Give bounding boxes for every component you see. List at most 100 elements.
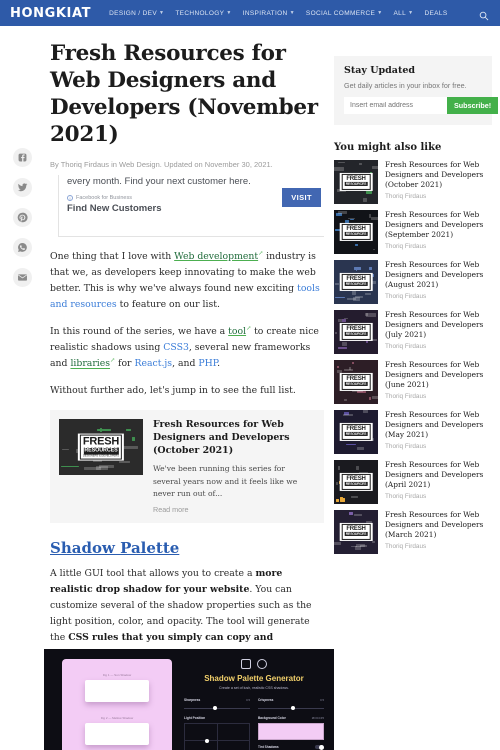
related-post-title[interactable]: Fresh Resources for Web Designers and De… — [385, 160, 492, 190]
ad-sponsor-row: i Facebook for Business — [67, 195, 319, 202]
related-post-title[interactable]: Fresh Resources for Web Designers and De… — [385, 310, 492, 340]
slider-knob[interactable] — [213, 706, 218, 710]
info-icon[interactable]: i — [67, 195, 73, 202]
chevron-down-icon: ▼ — [377, 10, 383, 16]
related-post-item[interactable]: FRESH RESOURCES DESIGNERS & DEVELOPERS Fres… — [334, 360, 492, 404]
thumb-bar — [359, 162, 363, 166]
related-post-title[interactable]: Fresh Resources for Web Designers and De… — [385, 510, 492, 540]
site-logo[interactable]: HONGKIAT — [10, 6, 91, 21]
facebook-share-icon[interactable] — [12, 148, 32, 167]
external-link[interactable]: libraries — [70, 359, 110, 370]
nav-item-deals[interactable]: DEALS — [424, 10, 447, 17]
thumb-badge: FRESH RESOURCES DESIGNERS & DEVELOPERS — [339, 422, 373, 442]
related-post-title[interactable]: Fresh Resources for Web Designers and De… — [385, 260, 492, 290]
related-post-item[interactable]: FRESH RESOURCES DESIGNERS & DEVELOPERS Fres… — [334, 210, 492, 254]
whatsapp-share-icon[interactable] — [12, 238, 32, 257]
related-post-thumbnail: FRESH RESOURCES DESIGNERS & DEVELOPERS — [334, 310, 378, 354]
site-navbar: HONGKIAT DESIGN / DEV ▼ TECHNOLOGY ▼ INSPIRA… — [0, 0, 500, 26]
thumb-bar — [356, 447, 365, 451]
inline-related-card[interactable]: FRESH RESOURCES DESIGNERS & DEVELOPERS F… — [50, 410, 324, 523]
external-link-icon: ↗ — [258, 250, 264, 258]
nav-item-social-commerce[interactable]: SOCIAL COMMERCE ▼ — [306, 10, 383, 17]
related-post-title[interactable]: Fresh Resources for Web Designers and De… — [385, 360, 492, 390]
related-post-item[interactable]: FRESH RESOURCES DESIGNERS & DEVELOPERS Fres… — [334, 410, 492, 454]
related-post-item[interactable]: FRESH RESOURCES DESIGNERS & DEVELOPERS Fres… — [334, 260, 492, 304]
section-heading-shadow-palette[interactable]: Shadow Palette — [50, 539, 324, 557]
square-shape-icon[interactable] — [241, 659, 251, 669]
thumb-bar — [338, 346, 348, 349]
search-icon[interactable] — [479, 8, 489, 26]
ad-visit-button[interactable]: VISIT — [282, 188, 321, 208]
related-post-author: Thoriq Firdaus — [385, 543, 427, 551]
sp-sharpness-slider[interactable] — [184, 706, 250, 710]
email-field[interactable] — [344, 97, 447, 114]
pinterest-share-icon[interactable] — [12, 208, 32, 227]
page-content: Fresh Resources for Web Designers and De… — [0, 26, 500, 662]
related-post-author: Thoriq Firdaus — [385, 293, 427, 301]
inline-link[interactable]: PHP — [198, 359, 217, 370]
thumb-bar — [338, 161, 346, 164]
thumb-badge: FRESH RESOURCES DESIGNERS & DEVELOPERS — [339, 272, 373, 292]
ad-container[interactable]: More than two billion people use Faceboo… — [58, 175, 324, 238]
sp-crispness-label: Crispness — [258, 698, 274, 702]
thumb-title-3: DESIGNERS & DEVELOPERS — [344, 386, 368, 388]
newsletter-widget: Stay Updated Get daily articles in your … — [334, 56, 499, 125]
light-position-handle[interactable] — [204, 738, 209, 743]
related-post-item[interactable]: FRESH RESOURCES DESIGNERS & DEVELOPERS Fres… — [334, 310, 492, 354]
slider-knob[interactable] — [291, 706, 295, 710]
related-post-item[interactable]: FRESH RESOURCES DESIGNERS & DEVELOPERS Fres… — [334, 160, 492, 204]
light-position-pad[interactable] — [184, 723, 250, 750]
thumb-bar — [61, 448, 70, 451]
emphasis-text: more realistic drop shadow for your webs… — [50, 567, 283, 595]
thumb-bar — [342, 318, 347, 323]
thumb-bar — [372, 248, 376, 251]
nav-item-design-dev[interactable]: DESIGN / DEV ▼ — [109, 10, 164, 17]
related-post-title[interactable]: Fresh Resources for Web Designers and De… — [385, 210, 492, 240]
inline-card-excerpt: We've been running this series for sever… — [153, 464, 298, 498]
external-link[interactable]: tool — [228, 326, 246, 337]
read-more-link[interactable]: Read more — [153, 505, 315, 514]
inline-card-body: Fresh Resources for Web Designers and De… — [153, 419, 315, 513]
twitter-share-icon[interactable] — [12, 178, 32, 197]
related-post-item[interactable]: FRESH RESOURCES DESIGNERS & DEVELOPERS Fres… — [334, 510, 492, 554]
external-link[interactable]: Web development — [174, 251, 258, 262]
sp-crispness-slider[interactable] — [258, 706, 324, 710]
inline-card-title[interactable]: Fresh Resources for Web Designers and De… — [153, 419, 315, 458]
related-post-body: Fresh Resources for Web Designers and De… — [385, 210, 492, 254]
thumb-bar — [368, 267, 372, 270]
thumb-title-3: DESIGNERS & DEVELOPERS — [344, 336, 368, 338]
related-post-body: Fresh Resources for Web Designers and De… — [385, 310, 492, 354]
sp-background-color-label: Background Color — [258, 716, 286, 720]
ad-headline: More than two billion people use Faceboo… — [67, 175, 319, 189]
related-post-thumbnail: FRESH RESOURCES DESIGNERS & DEVELOPERS — [334, 510, 378, 554]
nav-item-all[interactable]: ALL ▼ — [394, 10, 414, 17]
primary-nav: DESIGN / DEV ▼ TECHNOLOGY ▼ INSPIRATION ▼ SOCI… — [109, 10, 447, 17]
related-post-title[interactable]: Fresh Resources for Web Designers and De… — [385, 460, 492, 490]
pad-vertical-line — [217, 724, 218, 750]
inline-link[interactable]: tools and resources — [50, 283, 320, 310]
thumb-bar — [363, 410, 369, 413]
circle-shape-icon[interactable] — [257, 659, 267, 669]
thumb-bar — [349, 512, 354, 516]
thumb-title-3: DESIGNERS & DEVELOPERS — [82, 454, 120, 458]
thumb-bar — [356, 391, 367, 394]
email-share-icon[interactable] — [12, 268, 32, 287]
thumb-bar — [118, 461, 130, 464]
nav-item-technology[interactable]: TECHNOLOGY ▼ — [175, 10, 231, 17]
thumb-badge: FRESH RESOURCES DESIGNERS & DEVELOPERS — [339, 222, 373, 242]
nav-item-inspiration[interactable]: INSPIRATION ▼ — [243, 10, 295, 17]
related-post-item[interactable]: FRESH RESOURCES DESIGNERS & DEVELOPERS Fres… — [334, 460, 492, 504]
inline-link[interactable]: CSS3 — [163, 342, 189, 353]
article-paragraph: Without further ado, let's jump in to se… — [50, 385, 296, 397]
related-post-thumbnail: FRESH RESOURCES DESIGNERS & DEVELOPERS — [334, 210, 378, 254]
shadow-palette-screenshot: Fig 1 — Sun Shadow Fig 2 — Mellow Shadow… — [44, 649, 334, 750]
sp-column-left: Sharpness 0.5 Light Position — [184, 698, 250, 750]
subscribe-button[interactable]: Subscribe! — [447, 97, 499, 114]
background-color-swatch[interactable] — [258, 723, 324, 740]
chevron-down-icon: ▼ — [226, 10, 232, 16]
related-post-title[interactable]: Fresh Resources for Web Designers and De… — [385, 410, 492, 440]
thumb-bar — [335, 283, 340, 285]
tint-shadow-toggle[interactable] — [315, 744, 324, 750]
inline-link[interactable]: React.js — [134, 359, 172, 370]
related-post-body: Fresh Resources for Web Designers and De… — [385, 260, 492, 304]
